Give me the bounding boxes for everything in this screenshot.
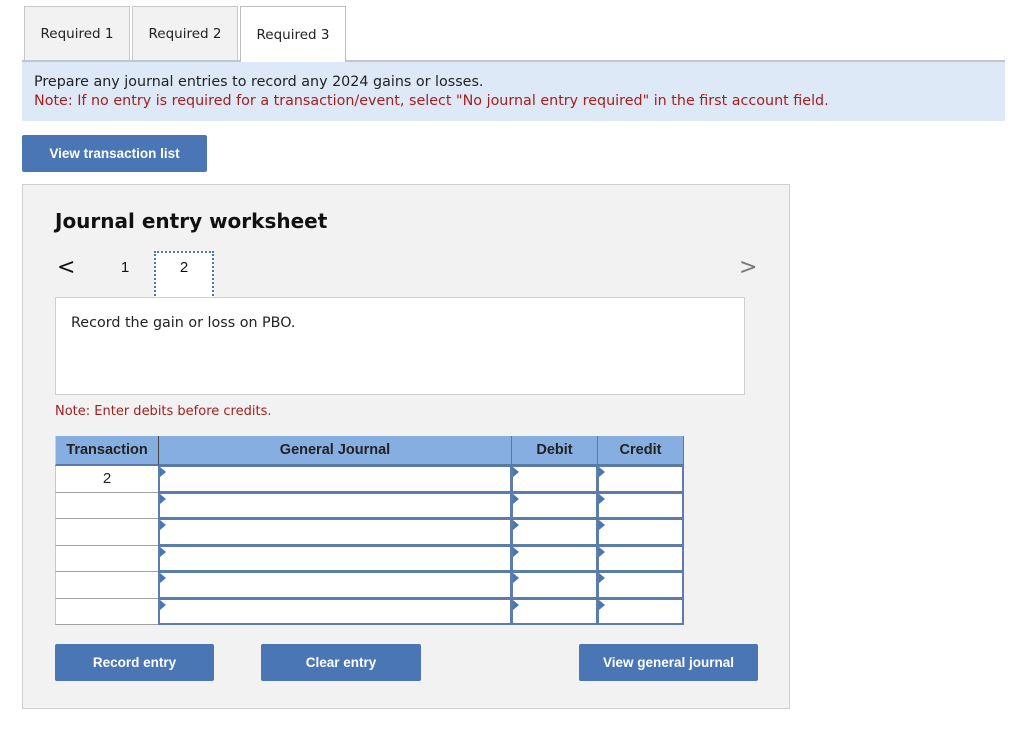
transaction-description: Record the gain or loss on PBO.	[71, 315, 296, 331]
view-general-journal-button[interactable]: View general journal	[579, 644, 758, 681]
view-transaction-list-button[interactable]: View transaction list	[22, 135, 207, 172]
header-credit: Credit	[598, 436, 684, 466]
input-marker-icon	[599, 520, 605, 530]
requirement-tabs: Required 1 Required 2 Required 3	[24, 6, 348, 62]
input-marker-icon	[599, 599, 605, 610]
credit-field[interactable]	[597, 598, 684, 625]
credit-field[interactable]	[597, 466, 684, 493]
account-field[interactable]	[158, 598, 512, 625]
input-marker-icon	[599, 467, 605, 477]
input-marker-icon	[513, 467, 519, 477]
debit-field[interactable]	[511, 545, 598, 572]
account-field[interactable]	[158, 492, 512, 519]
debit-field[interactable]	[511, 598, 598, 625]
account-field[interactable]	[158, 545, 512, 572]
input-marker-icon	[599, 573, 605, 583]
input-marker-icon	[513, 573, 519, 583]
transaction-cell	[55, 545, 159, 572]
debits-note: Note: Enter debits before credits.	[55, 404, 272, 419]
credit-field[interactable]	[597, 545, 684, 572]
transaction-cell: 2	[55, 466, 159, 493]
tab-required-2[interactable]: Required 2	[132, 6, 238, 61]
table-row	[55, 545, 684, 572]
input-marker-icon	[599, 493, 605, 504]
record-entry-button[interactable]: Record entry	[55, 644, 214, 681]
debit-field[interactable]	[511, 466, 598, 493]
chevron-left-icon[interactable]: <	[57, 255, 75, 280]
input-marker-icon	[513, 493, 519, 504]
header-debit: Debit	[512, 436, 598, 466]
credit-field[interactable]	[597, 519, 684, 546]
input-marker-icon	[599, 546, 605, 557]
debit-field[interactable]	[511, 519, 598, 546]
dropdown-marker-icon	[160, 573, 166, 583]
header-general-journal: General Journal	[159, 436, 512, 466]
journal-table-header: Transaction General Journal Debit Credit	[55, 436, 684, 466]
dropdown-marker-icon	[160, 520, 166, 530]
instruction-banner: Prepare any journal entries to record an…	[22, 60, 1005, 121]
instruction-prompt: Prepare any journal entries to record an…	[34, 74, 484, 90]
credit-field[interactable]	[597, 492, 684, 519]
tab-required-3[interactable]: Required 3	[240, 6, 346, 62]
journal-entry-worksheet-panel: Journal entry worksheet < 1 2 > Record t…	[22, 184, 790, 709]
account-field[interactable]	[158, 466, 512, 493]
dropdown-marker-icon	[160, 546, 166, 557]
table-row	[55, 492, 684, 519]
transaction-description-box: Record the gain or loss on PBO.	[55, 297, 745, 395]
worksheet-page-2[interactable]: 2	[154, 251, 214, 299]
input-marker-icon	[513, 520, 519, 530]
chevron-right-icon[interactable]: >	[739, 255, 757, 280]
header-transaction: Transaction	[55, 436, 159, 466]
input-marker-icon	[513, 546, 519, 557]
input-marker-icon	[513, 599, 519, 610]
clear-entry-button[interactable]: Clear entry	[261, 644, 421, 681]
dropdown-marker-icon	[160, 599, 166, 610]
table-row: 2	[55, 466, 684, 493]
tab-required-1[interactable]: Required 1	[24, 6, 130, 61]
table-row	[55, 572, 684, 599]
dropdown-marker-icon	[160, 493, 166, 504]
debit-field[interactable]	[511, 572, 598, 599]
worksheet-page-1[interactable]: 1	[95, 251, 155, 283]
debit-field[interactable]	[511, 492, 598, 519]
transaction-cell	[55, 519, 159, 546]
table-row	[55, 598, 684, 625]
table-row	[55, 519, 684, 546]
account-field[interactable]	[158, 572, 512, 599]
transaction-cell	[55, 492, 159, 519]
instruction-note: Note: If no entry is required for a tran…	[34, 93, 829, 109]
worksheet-title: Journal entry worksheet	[55, 209, 328, 233]
dropdown-marker-icon	[160, 467, 166, 477]
transaction-cell	[55, 572, 159, 599]
account-field[interactable]	[158, 519, 512, 546]
credit-field[interactable]	[597, 572, 684, 599]
transaction-cell	[55, 598, 159, 625]
journal-table: Transaction General Journal Debit Credit…	[55, 436, 684, 625]
